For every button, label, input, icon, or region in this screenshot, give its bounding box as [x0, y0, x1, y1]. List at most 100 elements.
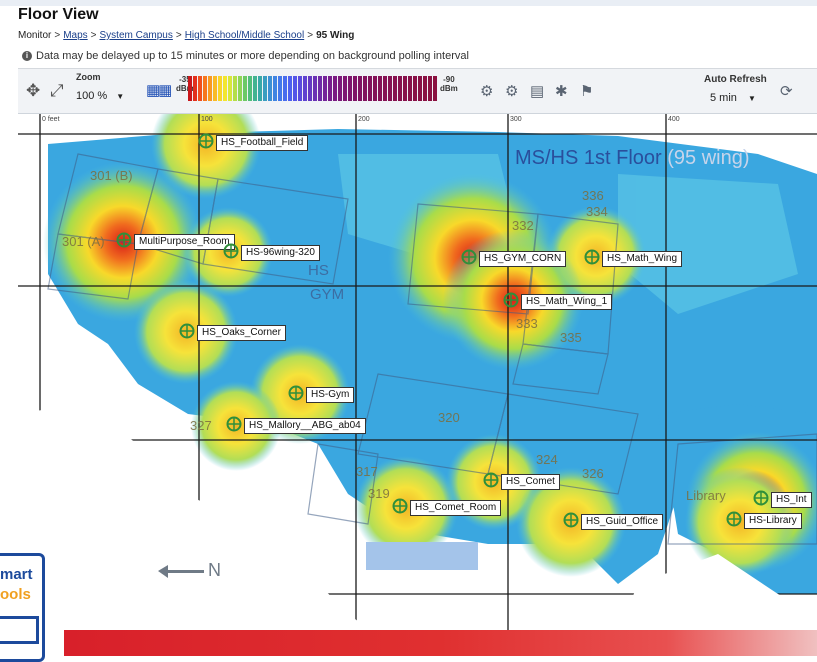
access-point-label: HS_Oaks_Corner — [197, 325, 286, 341]
legend-color-stripe — [418, 76, 422, 101]
library-label: Library — [686, 488, 726, 503]
access-point-icon — [726, 511, 742, 527]
access-point-label: MultiPurpose_Room — [134, 234, 235, 250]
auto-refresh-label: Auto Refresh — [704, 74, 767, 85]
legend-color-stripe — [393, 76, 397, 101]
access-point-label: HS-Gym — [306, 387, 355, 403]
legend-color-stripe — [293, 76, 297, 101]
legend-color-stripe — [318, 76, 322, 101]
grid-icon[interactable]: ▦▦ — [146, 81, 172, 99]
access-point-label: HS_Mallory__ABG_ab04 — [244, 418, 366, 434]
legend-color-stripe — [308, 76, 312, 101]
ruler-tick-200: 200 — [358, 116, 370, 123]
delay-notice: i Data may be delayed up to 15 minutes or… — [22, 50, 469, 62]
legend-max-value: -90 — [443, 75, 455, 84]
room-number: 326 — [582, 466, 604, 481]
access-point-icon — [503, 292, 519, 308]
layers-icon[interactable]: ▤ — [530, 82, 544, 100]
legend-color-stripe — [228, 76, 232, 101]
legend-color-stripe — [323, 76, 327, 101]
legend-color-stripe — [188, 76, 192, 101]
legend-color-stripe — [273, 76, 277, 101]
zoom-select[interactable]: 100 % ▼ — [76, 87, 142, 105]
room-number: 333 — [516, 316, 538, 331]
legend-color-stripe — [358, 76, 362, 101]
access-point-icon — [483, 472, 499, 488]
filter-icon[interactable]: ⚙ — [505, 82, 518, 100]
heatmap-canvas — [18, 114, 817, 631]
access-point-icon — [198, 133, 214, 149]
access-point-label: HS_Football_Field — [216, 135, 309, 151]
access-point-icon — [392, 498, 408, 514]
page-title: Floor View — [18, 6, 99, 23]
info-icon: i — [22, 51, 32, 62]
footer-banner — [64, 630, 817, 656]
legend-color-stripe — [428, 76, 432, 101]
room-number: 335 — [560, 330, 582, 345]
room-number: 301 (B) — [90, 168, 133, 183]
legend-color-stripe — [213, 76, 217, 101]
zoom-value: 100 % — [76, 90, 108, 102]
gym-label-gym: GYM — [310, 286, 345, 303]
room-number: 332 — [512, 218, 534, 233]
refresh-icon[interactable]: ⟳ — [780, 82, 793, 100]
access-point-icon — [226, 416, 242, 432]
logo-text-2: ools — [0, 586, 31, 603]
legend-color-stripe — [203, 76, 207, 101]
zoom-label: Zoom — [76, 72, 101, 82]
room-number: 327 — [190, 418, 212, 433]
legend-color-stripe — [328, 76, 332, 101]
tools-icon[interactable]: ✱ — [555, 82, 568, 100]
legend-color-stripe — [398, 76, 402, 101]
legend-color-stripe — [303, 76, 307, 101]
ruler-tick-100: 100 — [201, 116, 213, 123]
map-overlay-patch — [366, 542, 478, 570]
ruler-tick-300: 300 — [510, 116, 522, 123]
laptop-icon — [0, 616, 39, 644]
pan-icon[interactable]: ✥ — [26, 81, 40, 101]
access-point-icon — [223, 243, 239, 259]
access-point-label: HS_Comet — [501, 474, 560, 490]
access-point-icon — [461, 249, 477, 265]
access-point-icon — [116, 232, 132, 248]
breadcrumb-high-school[interactable]: High School/Middle School — [185, 30, 305, 41]
access-point-label: HS_GYM_CORN — [479, 251, 567, 267]
ruler-tick-400: 400 — [668, 116, 680, 123]
settings-icon[interactable]: ⚙ — [480, 82, 493, 100]
legend-color-stripe — [263, 76, 267, 101]
breadcrumb-maps[interactable]: Maps — [63, 30, 87, 41]
breadcrumb: Monitor > Maps > System Campus > High School/M… — [18, 30, 355, 41]
access-point-label: HS_Comet_Room — [410, 500, 502, 516]
auto-refresh-value: 5 min — [710, 92, 737, 104]
legend-color-stripe — [333, 76, 337, 101]
legend-color-stripe — [288, 76, 292, 101]
legend-color-stripe — [338, 76, 342, 101]
floor-map[interactable]: 0 feet 100 200 300 400 MS/HS 1st Floor (… — [18, 113, 817, 631]
legend-color-stripe — [348, 76, 352, 101]
access-point-label: HS_Guid_Office — [581, 514, 664, 530]
breadcrumb-system-campus[interactable]: System Campus — [100, 30, 173, 41]
floor-title-main: MS/HS 1st Floor — [515, 147, 662, 169]
legend-color-stripe — [193, 76, 197, 101]
access-point-icon — [584, 249, 600, 265]
breadcrumb-current: 95 Wing — [316, 30, 355, 41]
legend-max-unit: dBm — [440, 84, 458, 93]
room-number: 317 — [356, 464, 378, 479]
room-number: 301 (A) — [62, 234, 105, 249]
alarms-icon[interactable]: ⚑ — [580, 82, 593, 100]
zoom-tool-icon[interactable]: ⤢ — [50, 81, 64, 101]
floor-title-suffix: (95 wing) — [667, 147, 750, 169]
ruler-tick-0: 0 feet — [42, 116, 60, 123]
room-number: 334 — [586, 204, 608, 219]
legend-color-stripe — [383, 76, 387, 101]
access-point-label: HS-96wing-320 — [241, 245, 320, 261]
logo-text-1: mart — [0, 566, 33, 583]
access-point-icon — [753, 490, 769, 506]
breadcrumb-monitor[interactable]: Monitor — [18, 30, 51, 41]
auto-refresh-select[interactable]: 5 min ▼ — [710, 89, 770, 107]
legend-color-stripe — [403, 76, 407, 101]
legend-color-stripe — [268, 76, 272, 101]
legend-color-stripe — [368, 76, 372, 101]
legend-color-stripe — [433, 76, 437, 101]
access-point-icon — [563, 512, 579, 528]
